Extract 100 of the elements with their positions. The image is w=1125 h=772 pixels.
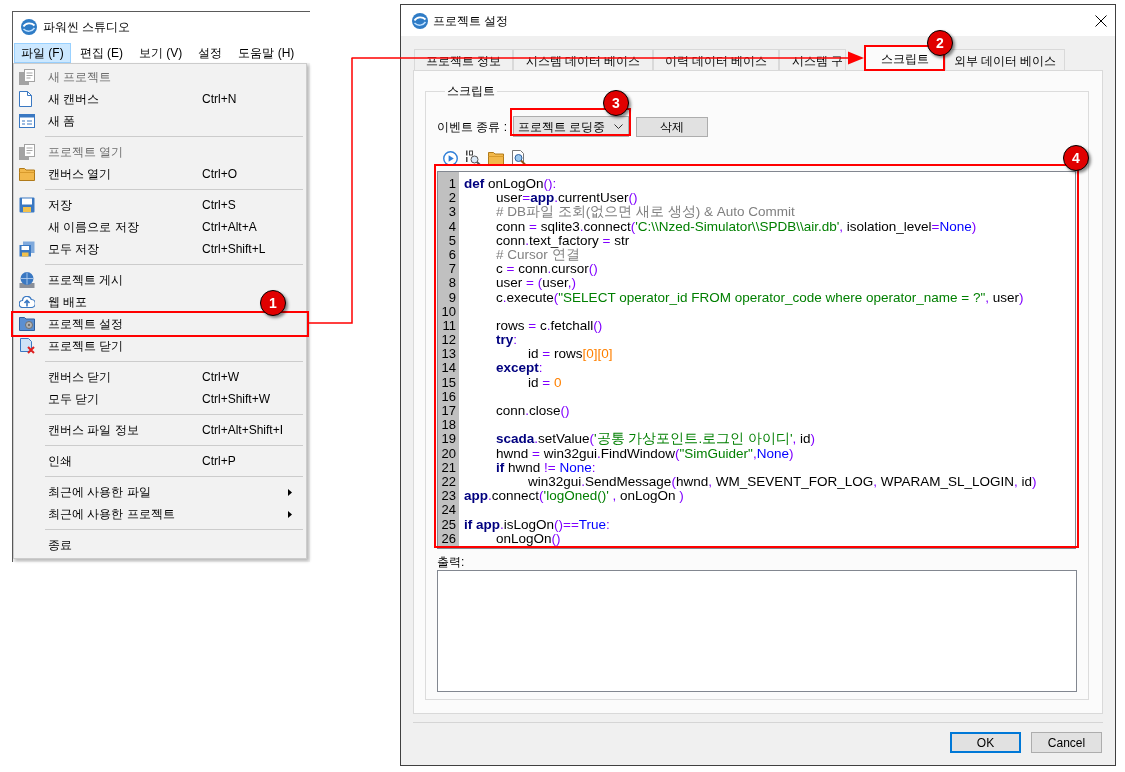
menu-bar-item[interactable]: 설정 [191,42,230,63]
line-number: 22 [441,474,456,490]
folder-gear-icon [19,317,35,331]
shortcut-text: Ctrl+S [202,197,236,214]
document-close-icon [19,338,35,354]
close-icon [1095,14,1107,27]
menu-item[interactable]: 캔버스 파일 정보 Ctrl+Alt+Shift+I [19,421,284,439]
line-number: 2 [448,191,456,206]
menu-item[interactable]: 인쇄 Ctrl+P [19,452,236,470]
line-number: 26 [441,531,456,546]
line-number: 5 [448,233,456,248]
event-type-dropdown[interactable]: 프로젝트 로딩중 [513,116,629,137]
document-icon [19,91,32,107]
shortcut-text: Ctrl+P [202,453,236,470]
chevron-down-icon [614,124,623,129]
cloud-upload-icon [19,296,35,308]
code-line: id = 0 [528,374,562,390]
menu-bar-item[interactable]: 보기 (V) [132,42,190,63]
menu-item[interactable]: 웹 배포 [19,293,88,311]
menu-bar-item[interactable]: 파일 (F) [14,42,71,63]
menu-item[interactable]: 캔버스 닫기 Ctrl+W [19,368,239,386]
code-line: rows = c.fetchall() [496,317,603,333]
code-line: conn.text_factory = str [496,232,630,248]
line-number: 6 [448,247,456,263]
code-line: conn.close() [496,403,570,418]
menu-item[interactable]: 모두 닫기 Ctrl+Shift+W [19,390,270,408]
document-stack-icon [19,69,35,85]
menu-item[interactable]: 새 이름으로 저장 Ctrl+Alt+A [19,218,257,236]
line-number: 11 [442,318,456,334]
line-number: 14 [441,361,456,376]
code-line: except: [496,360,543,376]
group-title: 스크립트 [446,83,496,100]
window-title: 파워씬 스튜디오 [43,19,131,36]
code-line: def onLogOn(): [464,176,557,191]
menu-item[interactable]: 캔버스 열기 Ctrl+O [19,165,237,183]
document-search-icon[interactable] [511,150,527,166]
code-line: app.connect('logOned()' , onLogOn ) [464,488,684,504]
globe-drive-icon [19,272,35,288]
line-number: 12 [441,333,456,348]
form-window-icon [19,114,35,128]
line-number: 17 [441,404,456,419]
shortcut-text: Ctrl+Alt+A [202,219,257,236]
code-line: hwnd = win32gui.FindWindow("SimGuider",None) [496,445,794,461]
data-search-icon[interactable] [465,150,481,166]
line-number: 1 [448,177,456,192]
line-number: 7 [448,262,456,277]
line-number: 18 [441,418,456,433]
folder-icon[interactable] [488,151,504,165]
line-number: 13 [441,347,456,362]
menu-item[interactable]: 종료 [19,536,72,554]
shortcut-text: Ctrl+W [202,369,239,386]
line-number: 24 [441,503,456,518]
code-line: user = (user,) [496,275,576,291]
menu-item[interactable]: 최근에 사용한 파일 [19,483,151,501]
menu-bar-item[interactable]: 편집 (E) [72,42,130,63]
code-line: id = rows[0][0] [528,346,613,362]
floppy-stack-icon [19,241,35,257]
line-number: 4 [448,219,456,234]
output-label: 출력: [437,555,466,569]
line-number: 23 [441,489,456,504]
menu-item[interactable]: 프로젝트 닫기 [19,337,124,355]
document-stack-icon [19,144,35,160]
shortcut-text: Ctrl+Shift+L [202,241,266,258]
play-icon[interactable] [443,150,458,166]
code-line: try: [496,332,518,348]
shortcut-text: Ctrl+O [202,166,237,183]
menu-item[interactable]: 모두 저장 Ctrl+Shift+L [19,240,266,258]
menu-item[interactable]: 저장 Ctrl+S [19,196,236,214]
dialog-title: 프로젝트 설정 [433,12,509,30]
line-number: 19 [441,432,456,447]
menu-item[interactable]: 프로젝트 게시 [19,271,124,289]
code-line: win32gui.SendMessage(hwnd, WM_SEVENT_FOR_LOG, WPARAM_SL_LOGIN, id) [528,473,1037,489]
line-number: 15 [441,375,456,390]
tab[interactable]: 외부 데이터 베이스 [945,49,1065,71]
shortcut-text: Ctrl+Shift+W [202,391,270,408]
shortcut-text: Ctrl+N [202,91,237,108]
menu-bar-item[interactable]: 도움말 (H) [231,42,302,63]
delete-button[interactable]: 삭제 [636,116,708,137]
code-line: # Cursor 연결 [496,246,580,262]
menu-item[interactable]: 새 캔버스 Ctrl+N [19,90,237,108]
code-line: if app.isLogOn()==True: [464,516,610,532]
line-number: 16 [441,389,456,404]
output-field[interactable] [437,570,1077,692]
menu-item[interactable]: 새 폼 [19,112,76,130]
code-line: user=app.currentUser() [496,190,638,206]
shortcut-text: Ctrl+Alt+Shift+I [202,422,284,439]
event-type-label: 이벤트 종류 : [437,118,508,136]
line-number: 10 [441,304,456,319]
code-line: conn = sqlite3.connect('C:\\Nzed-Simulator\\SPDB\\air.db', isolation_level=None) [496,218,977,234]
code-line: c.execute("SELECT operator_id FROM operator_code where operator_name = ?", user) [496,289,1024,305]
menu-item[interactable]: 최근에 사용한 프로젝트 [19,505,175,523]
line-number: 21 [441,460,456,475]
cancel-button[interactable]: Cancel [1031,732,1102,753]
line-number: 3 [448,205,456,220]
line-number: 25 [441,517,456,532]
app-logo-icon [21,19,37,35]
app-logo-icon [412,12,428,29]
ok-button[interactable]: OK [950,732,1021,753]
line-number: 8 [448,276,456,291]
menu-item[interactable]: 프로젝트 설정 [19,315,124,333]
